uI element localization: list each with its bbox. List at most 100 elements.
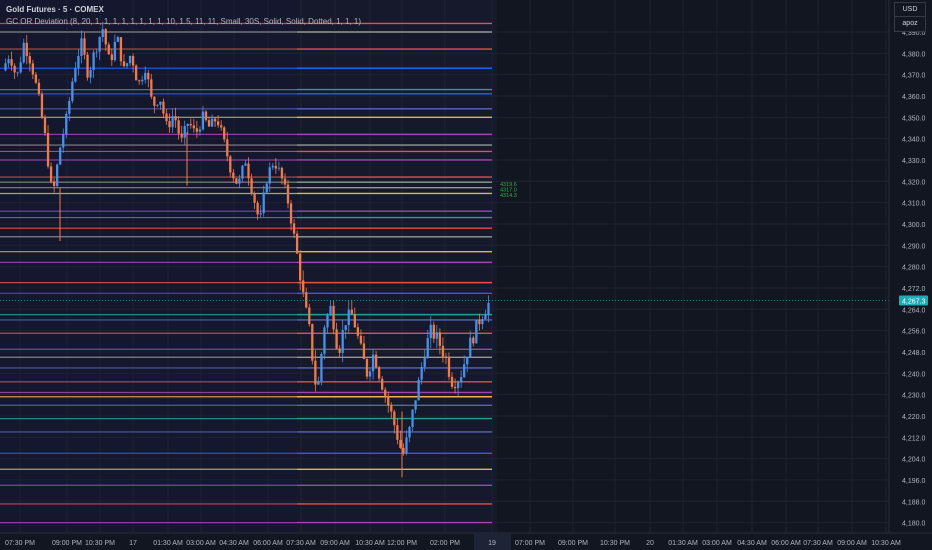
candle-body	[177, 120, 180, 134]
candle-body	[195, 128, 199, 132]
candle-body	[353, 314, 356, 328]
candle-body	[274, 165, 278, 169]
time-tick-label: 10:30 AM	[355, 540, 385, 547]
candle-body	[256, 202, 259, 215]
price-tick-label: 4,264.0	[902, 307, 925, 314]
candle-body	[429, 324, 432, 339]
time-tick-label: 09:00 PM	[558, 540, 588, 547]
time-tick-label: 03:00 AM	[702, 540, 732, 547]
time-tick-label: 09:00 PM	[52, 540, 82, 547]
candle-body	[7, 59, 10, 64]
candle-body	[110, 54, 113, 61]
candle-body	[244, 163, 247, 166]
candle-body	[95, 51, 98, 53]
time-tick-label: 01:30 AM	[668, 540, 698, 547]
candle-body	[280, 167, 284, 179]
currency-box[interactable]: USD apoz	[894, 2, 926, 32]
candle-body	[472, 337, 475, 344]
candle-body	[56, 164, 59, 187]
candle-body	[432, 324, 435, 339]
candle-body	[365, 359, 369, 377]
candle-body	[183, 125, 186, 138]
candle-body	[466, 357, 469, 365]
candle-body	[186, 123, 189, 126]
candle-body	[104, 29, 107, 45]
candle-body	[259, 213, 262, 215]
price-chart[interactable]: 4319.64317.04314.34,390.04,380.04,370.04…	[0, 0, 932, 550]
candle-body	[198, 129, 202, 132]
level-label: 4314.3	[500, 193, 517, 199]
price-tick-label: 4,230.0	[902, 393, 925, 400]
time-tick-label: 07:30 PM	[5, 540, 35, 547]
candle-body	[402, 447, 405, 454]
candle-body	[125, 63, 129, 67]
time-tick-label: 03:00 AM	[186, 540, 216, 547]
candle-body	[62, 134, 65, 148]
candle-body	[411, 409, 414, 427]
candle-body	[77, 56, 80, 69]
candle-body	[438, 332, 442, 346]
candle-body	[481, 319, 484, 325]
candle-body	[147, 72, 150, 80]
price-tick-label: 4,320.0	[902, 179, 925, 186]
candle-body	[201, 111, 205, 130]
time-tick-label: 20	[646, 540, 654, 547]
candle-body	[241, 165, 244, 179]
price-tick-label: 4,240.0	[902, 371, 925, 378]
candle-body	[10, 59, 13, 66]
candle-body	[16, 72, 19, 74]
candle-body	[223, 127, 226, 140]
time-tick-label: 09:00 AM	[837, 540, 867, 547]
candle-body	[441, 345, 445, 357]
time-tick-label: 04:30 AM	[737, 540, 767, 547]
candle-body	[134, 65, 138, 81]
candle-body	[74, 68, 77, 82]
candle-body	[396, 425, 399, 440]
candle-body	[332, 305, 335, 330]
candle-body	[286, 184, 290, 204]
candle-body	[356, 327, 360, 336]
price-tick-label: 4,272.0	[902, 286, 925, 293]
candle-body	[207, 120, 211, 127]
time-tick-label: 10:30 PM	[85, 540, 115, 547]
candle-body	[426, 338, 429, 359]
candle-body	[144, 72, 147, 80]
candle-body	[107, 44, 110, 55]
candle-body	[86, 54, 89, 78]
time-tick-label: 01:30 AM	[153, 540, 183, 547]
candle-body	[384, 389, 387, 396]
user-label: apoz	[895, 16, 925, 30]
candle-body	[122, 61, 126, 67]
candle-body	[469, 337, 472, 358]
price-tick-label: 4,196.0	[902, 478, 925, 485]
candle-body	[341, 330, 344, 353]
candle-body	[323, 327, 326, 354]
candle-body	[247, 163, 250, 179]
candle-body	[180, 133, 183, 138]
candle-body	[277, 167, 281, 169]
candle-body	[347, 309, 350, 326]
candle-body	[235, 178, 238, 184]
price-tick-label: 4,360.0	[902, 94, 925, 101]
candle-body	[229, 156, 232, 173]
symbol-title: Gold Futures · 5 · COMEX	[6, 5, 104, 14]
candle-body	[156, 104, 159, 106]
candle-body	[283, 178, 287, 185]
candle-body	[131, 56, 135, 66]
candle-body	[450, 376, 454, 387]
indicator-title: GC OR Deviation (8, 20, 1, 1, 1, 1, 1, 1…	[6, 17, 362, 26]
candle-body	[25, 42, 28, 57]
candle-body	[447, 357, 451, 377]
candle-body	[101, 29, 104, 38]
candle-body	[43, 117, 47, 134]
candle-body	[232, 172, 235, 179]
candle-body	[204, 111, 208, 121]
candle-body	[68, 100, 71, 114]
candle-body	[420, 366, 423, 380]
candle-body	[165, 113, 168, 122]
price-tick-label: 4,212.0	[902, 435, 925, 442]
candle-body	[40, 94, 44, 118]
candle-body	[22, 42, 25, 63]
candle-body	[46, 133, 50, 167]
price-tick-label: 4,204.0	[902, 457, 925, 464]
